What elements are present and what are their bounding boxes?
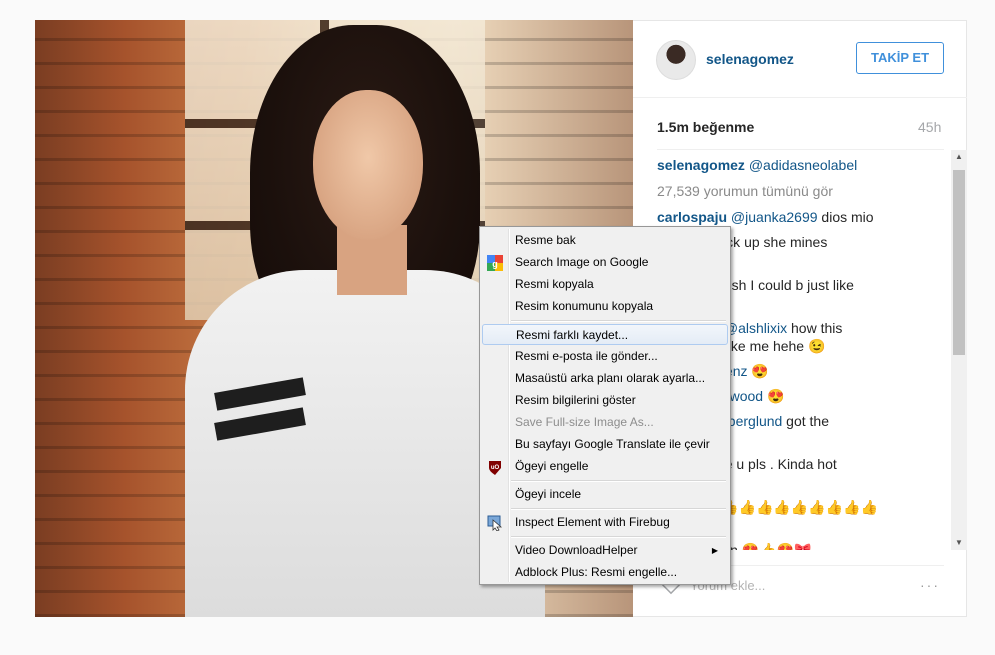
comment-text: got the [782,413,829,429]
menu-item-label: Resmi kopyala [515,277,594,291]
menu-item[interactable]: Resmi farklı kaydet... [482,324,728,345]
google-icon: g [487,255,503,271]
menu-item[interactable]: Ögeyi incele [482,484,728,505]
svg-text:uO: uO [491,465,500,471]
menu-item-label: Resmi farklı kaydet... [516,328,629,342]
comment-row: carlospaju @juanka2699 dios mio [657,209,874,225]
scroll-thumb[interactable] [953,170,965,355]
menu-item-label: Resmi e-posta ile gönder... [515,349,658,363]
menu-item[interactable]: Resim konumunu kopyala [482,296,728,317]
comment-text: 😍 [763,388,785,404]
menu-item[interactable]: uO Ögeyi engelle [482,456,728,477]
view-all-comments-link[interactable]: 27,539 yorumun tümünü gör [657,183,833,199]
comment-text: dios mio [817,209,874,225]
menu-item-label: Resme bak [515,233,576,247]
username-link[interactable]: selenagomez [706,51,794,67]
avatar[interactable] [656,40,696,80]
menu-item-label: Inspect Element with Firebug [515,515,670,529]
ublock-icon: uO [487,459,503,475]
menu-item[interactable]: Adblock Plus: Resmi engelle... [482,562,728,583]
menu-separator [511,320,726,322]
menu-item-label: Bu sayfayı Google Translate ile çevir [515,437,710,451]
menu-item[interactable]: Resmi e-posta ile gönder... [482,346,728,367]
menu-item-label: Video DownloadHelper [515,543,638,557]
menu-item[interactable]: Resim bilgilerini göster [482,390,728,411]
menu-item-label: Save Full-size Image As... [515,415,654,429]
menu-item[interactable]: Bu sayfayı Google Translate ile çevir [482,434,728,455]
menu-item[interactable]: g Search Image on Google [482,252,728,273]
comment-mention[interactable]: @juanka2699 [727,209,818,225]
menu-item[interactable]: Inspect Element with Firebug [482,512,728,533]
follow-button[interactable]: TAKİP ET [856,42,944,74]
comment-row: 27,539 yorumun tümünü gör [657,183,833,199]
likes-count[interactable]: 1.5m beğenme [657,119,754,135]
menu-item-label: Masaüstü arka planı olarak ayarla... [515,371,706,385]
svg-text:g: g [492,259,498,269]
menu-separator [511,480,726,482]
post-time[interactable]: 45h [918,119,941,135]
firebug-icon [487,515,503,532]
more-options-icon[interactable]: ··· [920,577,940,593]
comment-text: how this [787,320,843,336]
comment-mention[interactable]: @adidasneolabel [745,157,857,173]
photo-face [313,90,423,240]
menu-item[interactable]: Resme bak [482,230,728,251]
menu-item-label: Ögeyi incele [515,487,582,501]
menu-item: Save Full-size Image As... [482,412,728,433]
comment-row: selenagomez @adidasneolabel [657,157,857,173]
comment-username[interactable]: selenagomez [657,157,745,173]
submenu-arrow-icon: ▶ [711,546,718,555]
comment-scrollbar[interactable]: ▲ ▼ [951,150,967,550]
comment-text: 😍 [747,363,769,379]
menu-item-label: Resim konumunu kopyala [515,299,654,313]
menu-separator [511,536,726,538]
menu-item[interactable]: Video DownloadHelper ▶ [482,540,728,561]
scroll-down-arrow-icon[interactable]: ▼ [951,536,967,550]
comment-username[interactable]: carlospaju [657,209,727,225]
menu-item-label: Ögeyi engelle [515,459,589,473]
menu-item-label: Adblock Plus: Resmi engelle... [515,565,678,579]
menu-item-label: Resim bilgilerini göster [515,393,636,407]
menu-item[interactable]: Resmi kopyala [482,274,728,295]
scroll-up-arrow-icon[interactable]: ▲ [951,150,967,164]
menu-item-label: Search Image on Google [515,255,649,269]
menu-separator [511,508,726,510]
menu-item[interactable]: Masaüstü arka planı olarak ayarla... [482,368,728,389]
context-menu: Resme bak g Search Image on Google Resmi ko… [479,226,731,585]
